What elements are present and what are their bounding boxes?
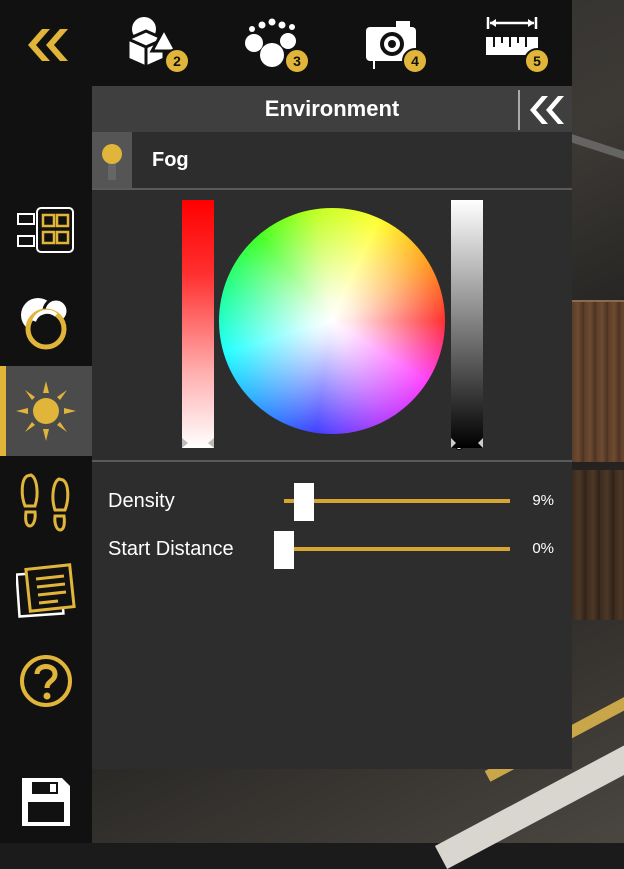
footsteps-icon	[20, 473, 70, 532]
layout-button[interactable]	[0, 186, 92, 276]
camera-tool-button[interactable]: 4	[342, 8, 442, 78]
toggle-knob	[102, 144, 122, 164]
start-distance-slider-row: Start Distance 0%	[92, 529, 572, 569]
objects-tool-button[interactable]: 2	[102, 8, 202, 78]
help-icon	[20, 655, 72, 707]
layout-grid-icon	[17, 207, 74, 253]
color-wheel[interactable]	[219, 208, 463, 450]
start-distance-value: 0%	[532, 540, 554, 557]
fog-section: Fog	[92, 132, 572, 190]
saturation-slider[interactable]	[182, 200, 214, 448]
slider-handle-left	[451, 438, 456, 448]
slider-handle-icon	[182, 438, 214, 448]
panel-header: Environment	[92, 86, 572, 132]
double-chevron-left-icon	[28, 29, 68, 61]
scene-wood-panel-lower	[572, 470, 624, 620]
save-icon	[22, 777, 70, 826]
materials-button[interactable]	[0, 276, 92, 366]
double-chevron-left-icon	[530, 96, 564, 124]
environment-panel: Environment Fog Density 9% Start Distanc…	[92, 86, 572, 769]
tool-badge: 2	[164, 48, 190, 74]
scene-wood-panel	[572, 300, 624, 462]
materials-icon	[21, 297, 70, 350]
save-button[interactable]	[0, 760, 92, 843]
density-slider-track[interactable]	[284, 499, 510, 503]
tool-badge: 3	[284, 48, 310, 74]
walkthrough-button[interactable]	[0, 456, 92, 546]
tool-badge: 5	[524, 48, 550, 74]
collapse-sidebar-button[interactable]	[0, 0, 92, 90]
environment-button[interactable]	[0, 366, 92, 456]
notes-icon	[16, 563, 76, 618]
density-value: 9%	[532, 492, 554, 509]
fog-toggle[interactable]	[92, 132, 132, 188]
collapse-panel-button[interactable]	[518, 90, 572, 130]
panel-title: Environment	[264, 96, 400, 121]
left-sidebar	[0, 0, 92, 843]
start-distance-label: Start Distance	[108, 538, 234, 560]
measure-tool-button[interactable]: 5	[462, 8, 562, 78]
density-label: Density	[108, 490, 175, 512]
top-toolbar: 2 3 4 5	[92, 0, 572, 86]
help-button[interactable]	[0, 636, 92, 726]
density-slider-row: Density 9%	[92, 481, 572, 521]
divider	[92, 460, 572, 462]
nodes-tool-button[interactable]: 3	[222, 8, 322, 78]
density-slider-thumb[interactable]	[294, 483, 315, 521]
tool-badge: 4	[402, 48, 428, 74]
notes-button[interactable]	[0, 546, 92, 636]
start-distance-slider-track[interactable]	[284, 547, 510, 551]
start-distance-slider-thumb[interactable]	[274, 531, 294, 569]
fog-label: Fog	[152, 149, 189, 171]
slider-handle-right	[478, 438, 483, 448]
brightness-slider[interactable]	[451, 200, 483, 448]
sun-icon	[16, 381, 76, 441]
